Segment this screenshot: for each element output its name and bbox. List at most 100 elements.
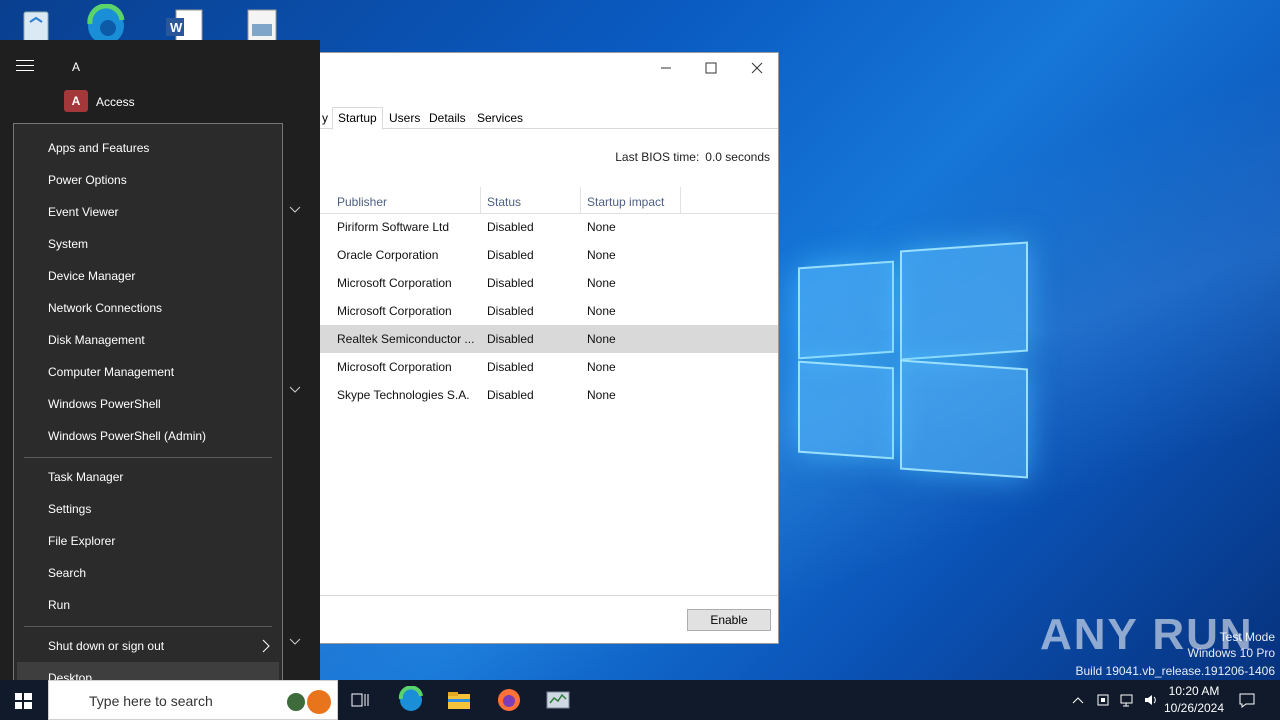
impact-cell: None — [587, 332, 616, 346]
clock-time: 10:20 AM — [1168, 684, 1220, 698]
menu-item-system[interactable]: System — [14, 228, 282, 260]
app-item-access[interactable]: Access — [96, 95, 135, 109]
windows-logo-wallpaper — [790, 240, 1030, 480]
impact-cell: None — [587, 304, 616, 318]
table-row[interactable]: Piriform Software Ltd Disabled None — [301, 213, 778, 241]
task-manager-taskbar-icon[interactable] — [543, 686, 573, 714]
status-cell: Disabled — [487, 388, 534, 402]
publisher-cell: Skype Technologies S.A. — [337, 388, 470, 402]
table-row[interactable]: Microsoft Corporation Disabled None — [301, 297, 778, 325]
footer-divider — [301, 595, 778, 596]
power-user-menu: Apps and Features Power Options Event Vi… — [13, 123, 283, 695]
tab-users[interactable]: Users — [384, 109, 425, 129]
chevron-down-icon[interactable] — [288, 382, 302, 396]
table-row[interactable]: Oracle Corporation Disabled None — [301, 241, 778, 269]
menu-separator — [24, 457, 272, 458]
chevron-down-icon[interactable] — [288, 634, 302, 648]
impact-cell: None — [587, 276, 616, 290]
status-cell: Disabled — [487, 248, 534, 262]
impact-cell: None — [587, 360, 616, 374]
status-cell: Disabled — [487, 220, 534, 234]
image-document-icon[interactable] — [240, 4, 284, 45]
menu-item-disk-management[interactable]: Disk Management — [14, 324, 282, 356]
test-mode-text: Test Mode — [1219, 630, 1275, 644]
menu-item-run[interactable]: Run — [14, 589, 282, 621]
word-document-icon[interactable]: W — [162, 4, 206, 45]
clock-date: 10/26/2024 — [1163, 701, 1225, 715]
maximize-icon — [705, 62, 717, 74]
publisher-cell: Microsoft Corporation — [337, 360, 452, 374]
hamburger-menu-icon[interactable] — [16, 60, 34, 74]
impact-cell: None — [587, 220, 616, 234]
menu-item-file-explorer[interactable]: File Explorer — [14, 525, 282, 557]
taskbar-search-box[interactable]: Type here to search — [48, 680, 338, 720]
title-bar[interactable] — [301, 53, 778, 85]
impact-cell: None — [587, 248, 616, 262]
table-row[interactable]: Microsoft Corporation Disabled None — [301, 353, 778, 381]
menu-item-task-manager[interactable]: Task Manager — [14, 461, 282, 493]
menu-item-powershell-admin[interactable]: Windows PowerShell (Admin) — [14, 420, 282, 452]
status-cell: Disabled — [487, 360, 534, 374]
shutdown-label: Shut down or sign out — [48, 639, 165, 653]
task-manager-window: y Startup Users Details Services Last BI… — [300, 52, 779, 644]
table-row[interactable]: Skype Technologies S.A. Disabled None — [301, 381, 778, 409]
section-letter[interactable]: A — [72, 60, 80, 74]
publisher-cell: Piriform Software Ltd — [337, 220, 450, 234]
menu-item-powershell[interactable]: Windows PowerShell — [14, 388, 282, 420]
enable-button[interactable]: Enable — [687, 609, 771, 631]
bios-time-label: Last BIOS time: — [615, 150, 700, 164]
bios-time: Last BIOS time: 0.0 seconds — [615, 150, 770, 164]
recycle-bin-icon[interactable] — [14, 4, 58, 44]
table-row-selected[interactable]: Realtek Semiconductor ... Disabled None — [301, 325, 778, 353]
volume-icon[interactable] — [1143, 692, 1159, 708]
device-icon[interactable] — [1095, 692, 1111, 708]
column-header-startup-impact[interactable]: Startup impact — [581, 187, 681, 213]
menu-item-settings[interactable]: Settings — [14, 493, 282, 525]
access-app-icon: A — [64, 90, 88, 112]
search-highlight-icon — [287, 690, 331, 714]
chevron-right-icon — [262, 639, 270, 653]
publisher-cell: Microsoft Corporation — [337, 304, 452, 318]
task-view-icon[interactable] — [346, 686, 376, 714]
table-row[interactable]: Microsoft Corporation Disabled None — [301, 269, 778, 297]
menu-item-power-options[interactable]: Power Options — [14, 164, 282, 196]
tab-strip: y Startup Users Details Services — [301, 107, 778, 130]
bios-time-value: 0.0 seconds — [705, 150, 770, 164]
network-icon[interactable] — [1119, 692, 1135, 708]
impact-cell: None — [587, 388, 616, 402]
publisher-cell: Oracle Corporation — [337, 248, 439, 262]
firefox-icon[interactable] — [494, 686, 524, 714]
tab-details[interactable]: Details — [424, 109, 471, 129]
edge-desktop-icon[interactable] — [84, 3, 128, 44]
column-header-publisher[interactable]: Publisher — [331, 187, 481, 213]
close-button[interactable] — [734, 53, 780, 83]
taskbar: Type here to search 10:20 AM 10/26/2024 — [0, 680, 1280, 720]
minimize-button[interactable] — [643, 53, 689, 83]
menu-item-device-manager[interactable]: Device Manager — [14, 260, 282, 292]
edition-text: Windows 10 Pro — [1187, 646, 1275, 660]
system-clock[interactable]: 10:20 AM 10/26/2024 — [1160, 683, 1228, 717]
menu-item-search[interactable]: Search — [14, 557, 282, 589]
anyrun-watermark: ANY RUN Test Mode Windows 10 Pro Build 1… — [1040, 610, 1280, 680]
chevron-down-icon[interactable] — [288, 202, 302, 216]
menu-item-shutdown[interactable]: Shut down or sign out — [14, 630, 282, 662]
notification-icon[interactable] — [1238, 691, 1256, 709]
build-text: Build 19041.vb_release.191206-1406 — [1075, 664, 1276, 678]
tab-startup[interactable]: Startup — [332, 107, 383, 130]
status-cell: Disabled — [487, 332, 534, 346]
column-header-status[interactable]: Status — [481, 187, 581, 213]
menu-separator — [24, 626, 272, 627]
menu-item-computer-management[interactable]: Computer Management — [14, 356, 282, 388]
search-placeholder: Type here to search — [89, 693, 213, 709]
menu-item-apps-features[interactable]: Apps and Features — [14, 132, 282, 164]
maximize-button[interactable] — [688, 53, 734, 83]
tab-services[interactable]: Services — [472, 109, 528, 129]
edge-icon[interactable] — [396, 686, 426, 714]
windows-start-icon[interactable] — [9, 686, 39, 714]
publisher-cell: Realtek Semiconductor ... — [337, 332, 475, 346]
chevron-up-icon[interactable] — [1070, 692, 1086, 708]
menu-item-event-viewer[interactable]: Event Viewer — [14, 196, 282, 228]
file-explorer-icon[interactable] — [444, 686, 474, 714]
menu-item-network-connections[interactable]: Network Connections — [14, 292, 282, 324]
minimize-icon — [661, 67, 671, 69]
